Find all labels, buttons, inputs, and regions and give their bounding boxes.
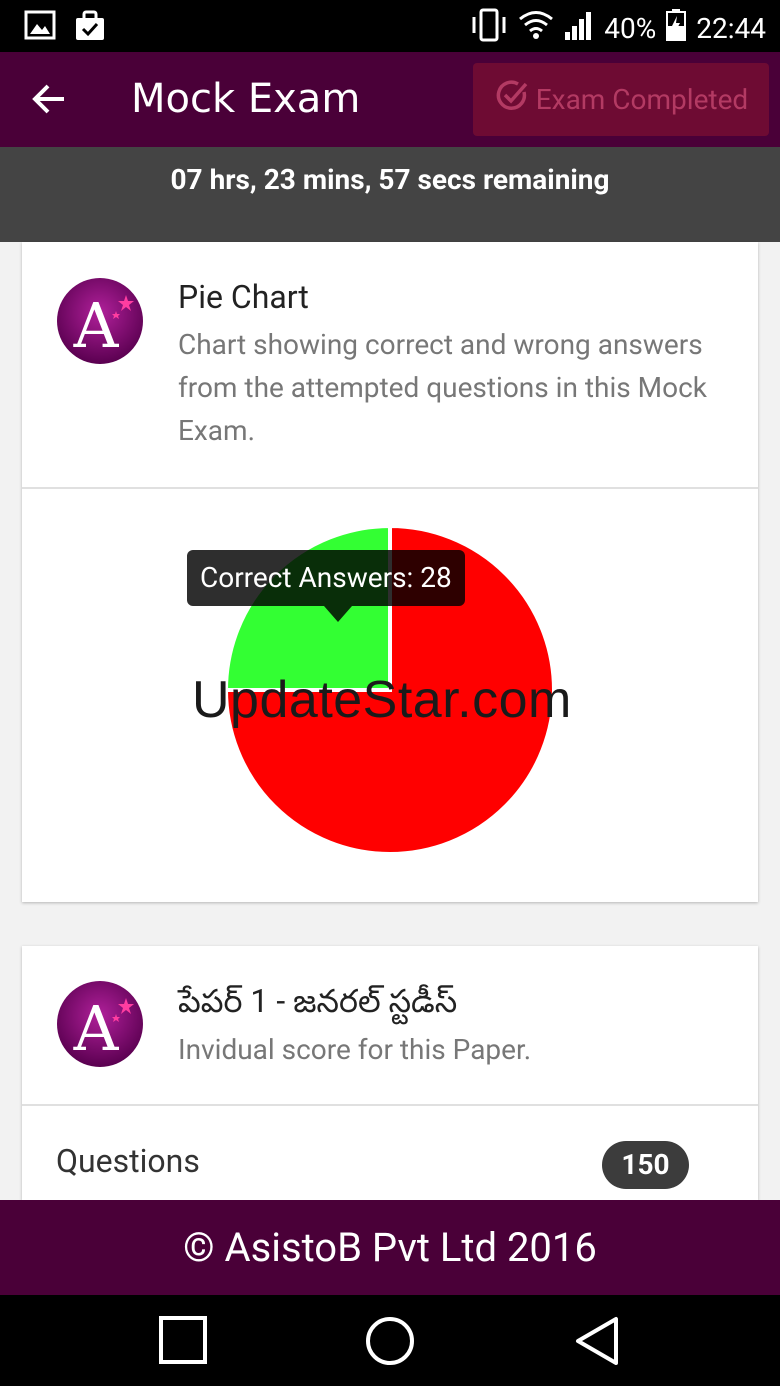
app-logo: A	[57, 981, 143, 1067]
wifi-icon	[518, 10, 554, 47]
battery-icon	[666, 9, 687, 48]
footer: © AsistoB Pvt Ltd 2016	[0, 1200, 780, 1295]
battery-percent: 40%	[604, 12, 657, 45]
pie-chart-card: A Pie Chart Chart showing correct and wr…	[22, 242, 758, 902]
task-icon	[74, 10, 106, 46]
watermark: UpdateStar.com	[192, 671, 572, 729]
divider	[22, 1104, 758, 1106]
questions-count-badge: 150	[602, 1141, 689, 1189]
check-circle-icon	[494, 78, 530, 121]
vibrate-icon	[470, 8, 508, 49]
time-remaining-bar: 07 hrs, 23 mins, 57 secs remaining	[0, 147, 780, 242]
home-icon[interactable]	[364, 1315, 416, 1367]
paper-score-card: A పేపర్ 1 - జనరల్ స్టడీస్ Invidual score…	[22, 946, 758, 1200]
exam-completed-label: Exam Completed	[535, 83, 749, 116]
app-bar: Mock Exam Exam Completed	[0, 52, 780, 147]
back-icon[interactable]	[572, 1315, 624, 1367]
page-title: Mock Exam	[131, 76, 361, 122]
recents-icon[interactable]	[158, 1315, 210, 1367]
exam-completed-button[interactable]: Exam Completed	[473, 63, 769, 136]
paper-subtitle: Invidual score for this Paper.	[178, 1033, 532, 1066]
signal-icon	[564, 10, 594, 47]
status-bar: 40% 22:44	[0, 0, 780, 52]
back-arrow-icon[interactable]	[26, 76, 72, 122]
tooltip-arrow	[324, 606, 352, 622]
navigation-bar	[0, 1295, 780, 1386]
time-remaining-text: 07 hrs, 23 mins, 57 secs remaining	[170, 163, 610, 196]
questions-label: Questions	[56, 1142, 200, 1180]
image-icon	[24, 10, 56, 46]
chart-tooltip: Correct Answers: 28	[187, 550, 465, 606]
clock: 22:44	[696, 12, 766, 45]
paper-title: పేపర్ 1 - జనరల్ స్టడీస్	[178, 982, 458, 1020]
svg-text:A: A	[73, 992, 120, 1065]
